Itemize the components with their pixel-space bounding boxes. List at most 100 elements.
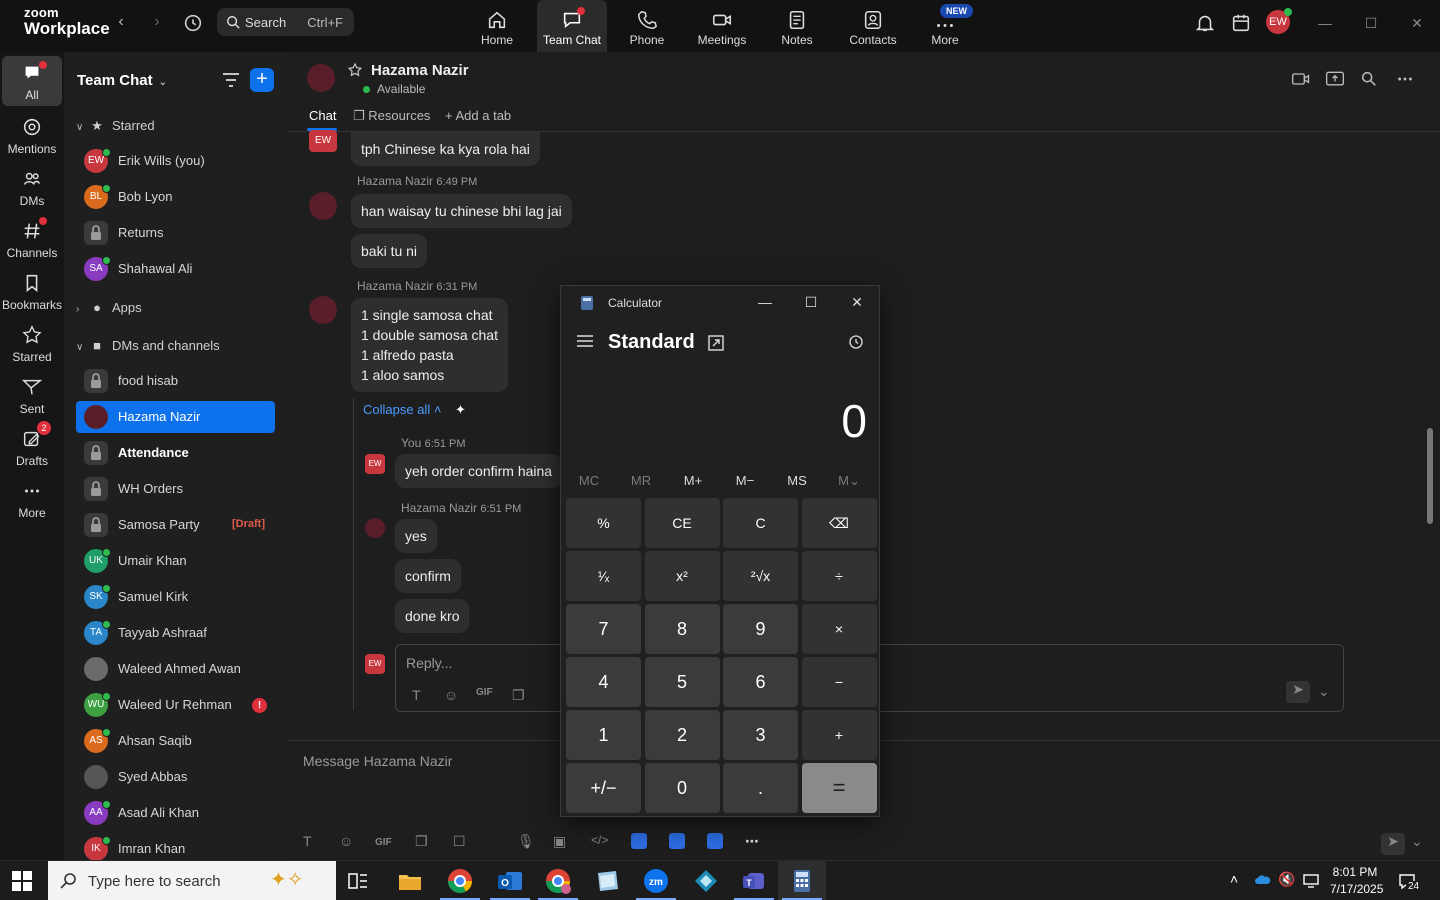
rail-channels[interactable]: Channels bbox=[2, 214, 62, 264]
maximize-icon[interactable]: ☐ bbox=[799, 292, 823, 312]
gif-icon[interactable]: GIF bbox=[375, 837, 393, 855]
vscode-like-icon[interactable] bbox=[692, 867, 720, 895]
calc-key-eight[interactable]: 8 bbox=[644, 604, 720, 654]
sidebar-item-waleed-ahmed-awan[interactable]: Waleed Ahmed Awan bbox=[76, 653, 275, 685]
nav-home[interactable]: Home bbox=[462, 0, 532, 52]
section-starred[interactable]: ∨ ★ Starred bbox=[76, 118, 155, 138]
format-text-icon[interactable]: T bbox=[303, 833, 321, 851]
calc-key-percent[interactable]: % bbox=[566, 498, 641, 548]
code-snippet-icon[interactable]: </> bbox=[591, 833, 609, 851]
speaker-muted-icon[interactable]: 🔇 bbox=[1278, 871, 1296, 889]
task-view-icon[interactable] bbox=[347, 871, 369, 891]
share-screen-icon[interactable] bbox=[1325, 70, 1345, 88]
tab-resources[interactable]: ❐ Resources bbox=[353, 108, 430, 124]
calc-key-six[interactable]: 6 bbox=[723, 657, 798, 707]
calc-key-one[interactable]: 1 bbox=[566, 710, 641, 760]
teams-icon[interactable]: T bbox=[740, 867, 768, 895]
outlook-icon[interactable]: O bbox=[496, 867, 524, 895]
nav-meetings[interactable]: Meetings bbox=[686, 0, 758, 52]
sidebar-item-ahsan-saqib[interactable]: AS Ahsan Saqib bbox=[76, 725, 275, 757]
calc-key-multiply[interactable]: × bbox=[801, 604, 877, 654]
calc-key-five[interactable]: 5 bbox=[644, 657, 720, 707]
app-icon-docs[interactable] bbox=[631, 833, 647, 849]
calc-key-add[interactable]: + bbox=[801, 710, 877, 760]
calc-key-equals[interactable]: = bbox=[801, 763, 877, 813]
calc-key-seven[interactable]: 7 bbox=[566, 604, 641, 654]
more-options-icon[interactable]: ⋯ bbox=[745, 833, 763, 851]
calc-key-four[interactable]: 4 bbox=[566, 657, 641, 707]
calc-key-nine[interactable]: 9 bbox=[723, 604, 798, 654]
filter-icon[interactable] bbox=[222, 72, 240, 88]
message-bubble[interactable]: confirm bbox=[395, 559, 461, 593]
chrome-profile-icon[interactable] bbox=[544, 867, 572, 895]
rail-mentions[interactable]: Mentions bbox=[2, 110, 62, 160]
tab-add[interactable]: + Add a tab bbox=[445, 108, 511, 123]
app-icon-zoom[interactable] bbox=[669, 833, 685, 849]
nav-notes[interactable]: Notes bbox=[762, 0, 832, 52]
minimize-icon[interactable]: — bbox=[753, 292, 777, 312]
section-dms-and-channels[interactable]: ∨ ■ DMs and channels bbox=[76, 338, 220, 358]
message-bubble[interactable]: baki tu ni bbox=[351, 234, 428, 268]
memory-store-button[interactable]: MS bbox=[772, 473, 822, 488]
network-icon[interactable] bbox=[1302, 871, 1320, 889]
chevron-down-icon[interactable]: ⌄ bbox=[1411, 833, 1429, 851]
calc-key-clear[interactable]: C bbox=[723, 498, 798, 548]
video-call-icon[interactable] bbox=[1291, 70, 1311, 88]
calc-key-three[interactable]: 3 bbox=[723, 710, 798, 760]
contact-avatar[interactable] bbox=[307, 64, 335, 92]
calc-key-clear-entry[interactable]: CE bbox=[644, 498, 720, 548]
screenshot-icon[interactable]: ☐ bbox=[453, 833, 471, 851]
taskbar-search-input[interactable]: Type here to search ✦✧ bbox=[48, 861, 336, 900]
sidebar-item-umair-khan[interactable]: UK Umair Khan bbox=[76, 545, 275, 577]
sidebar-item-returns[interactable]: Returns bbox=[76, 217, 275, 249]
collapse-all-link[interactable]: Collapse all ˄ ✦ bbox=[363, 402, 466, 418]
memory-clear-button[interactable]: MC bbox=[564, 473, 614, 488]
search-input[interactable]: Search Ctrl+F bbox=[217, 8, 354, 36]
microphone-icon[interactable]: 🎙 bbox=[517, 833, 535, 851]
search-icon[interactable] bbox=[1359, 70, 1379, 88]
memory-recall-button[interactable]: MR bbox=[616, 473, 666, 488]
close-icon[interactable]: ✕ bbox=[1406, 12, 1428, 34]
zoom-app-icon[interactable]: zm bbox=[642, 867, 670, 895]
calc-key-backspace[interactable]: ⌫ bbox=[801, 498, 877, 548]
rail-bookmarks[interactable]: Bookmarks bbox=[2, 266, 62, 316]
sidebar-item-waleed-ur-rehman[interactable]: WU Waleed Ur Rehman! bbox=[76, 689, 275, 721]
sidebar-item-bob-lyon[interactable]: BL Bob Lyon bbox=[76, 181, 275, 213]
calc-key-reciprocal[interactable]: ¹⁄ₓ bbox=[566, 551, 641, 601]
message-bubble[interactable]: yeh order confirm haina bbox=[395, 454, 563, 488]
sidebar-item-shahawal-ali[interactable]: SA Shahawal Ali bbox=[76, 253, 275, 285]
sidebar-item-syed-abbas[interactable]: Syed Abbas bbox=[76, 761, 275, 793]
calc-key-two[interactable]: 2 bbox=[644, 710, 720, 760]
message-bubble-order[interactable]: 1 single samosa chat 1 double samosa cha… bbox=[351, 298, 508, 392]
app-icon-whiteboard[interactable] bbox=[707, 833, 723, 849]
star-icon[interactable] bbox=[347, 62, 363, 78]
contact-avatar[interactable] bbox=[309, 192, 337, 220]
close-icon[interactable]: ✕ bbox=[845, 292, 869, 312]
calc-key-zero[interactable]: 0 bbox=[644, 763, 720, 813]
nav-contacts[interactable]: Contacts bbox=[836, 0, 910, 52]
maximize-icon[interactable]: ☐ bbox=[1360, 12, 1382, 34]
sidebar-item-samosa-party[interactable]: Samosa Party [Draft] bbox=[76, 509, 275, 541]
tray-chevron-up-icon[interactable]: ˄ bbox=[1230, 871, 1248, 889]
calculator-taskbar-icon[interactable] bbox=[788, 867, 816, 895]
memory-add-button[interactable]: M+ bbox=[668, 473, 718, 488]
file-manager-icon[interactable] bbox=[594, 867, 622, 895]
sidebar-item-imran-khan[interactable]: IK Imran Khan bbox=[76, 833, 275, 860]
memory-list-button[interactable]: M⌄ bbox=[824, 473, 874, 489]
calc-key-subtract[interactable]: − bbox=[801, 657, 877, 707]
nav-phone[interactable]: Phone bbox=[612, 0, 682, 52]
rail-all[interactable]: All bbox=[2, 56, 62, 106]
emoji-icon[interactable]: ☺ bbox=[339, 833, 357, 851]
sidebar-item-erik-wills-you[interactable]: EW Erik Wills (you) bbox=[76, 145, 275, 177]
ai-sparkle-icon[interactable]: ✦ bbox=[455, 402, 466, 417]
sidebar-item-samuel-kirk[interactable]: SK Samuel Kirk bbox=[76, 581, 275, 613]
message-bubble[interactable]: tph Chinese ka kya rola hai bbox=[351, 132, 540, 166]
chevron-down-icon[interactable]: ⌄ bbox=[1318, 683, 1334, 699]
section-apps[interactable]: › ● Apps bbox=[76, 300, 142, 320]
contact-name[interactable]: Hazama Nazir bbox=[371, 62, 469, 79]
chat-scrollbar[interactable] bbox=[1427, 428, 1433, 524]
calendar-icon[interactable] bbox=[1230, 12, 1252, 34]
forward-arrow-icon[interactable]: › bbox=[147, 12, 167, 32]
file-icon[interactable]: ❐ bbox=[415, 833, 433, 851]
emoji-icon[interactable]: ☺ bbox=[444, 687, 460, 703]
